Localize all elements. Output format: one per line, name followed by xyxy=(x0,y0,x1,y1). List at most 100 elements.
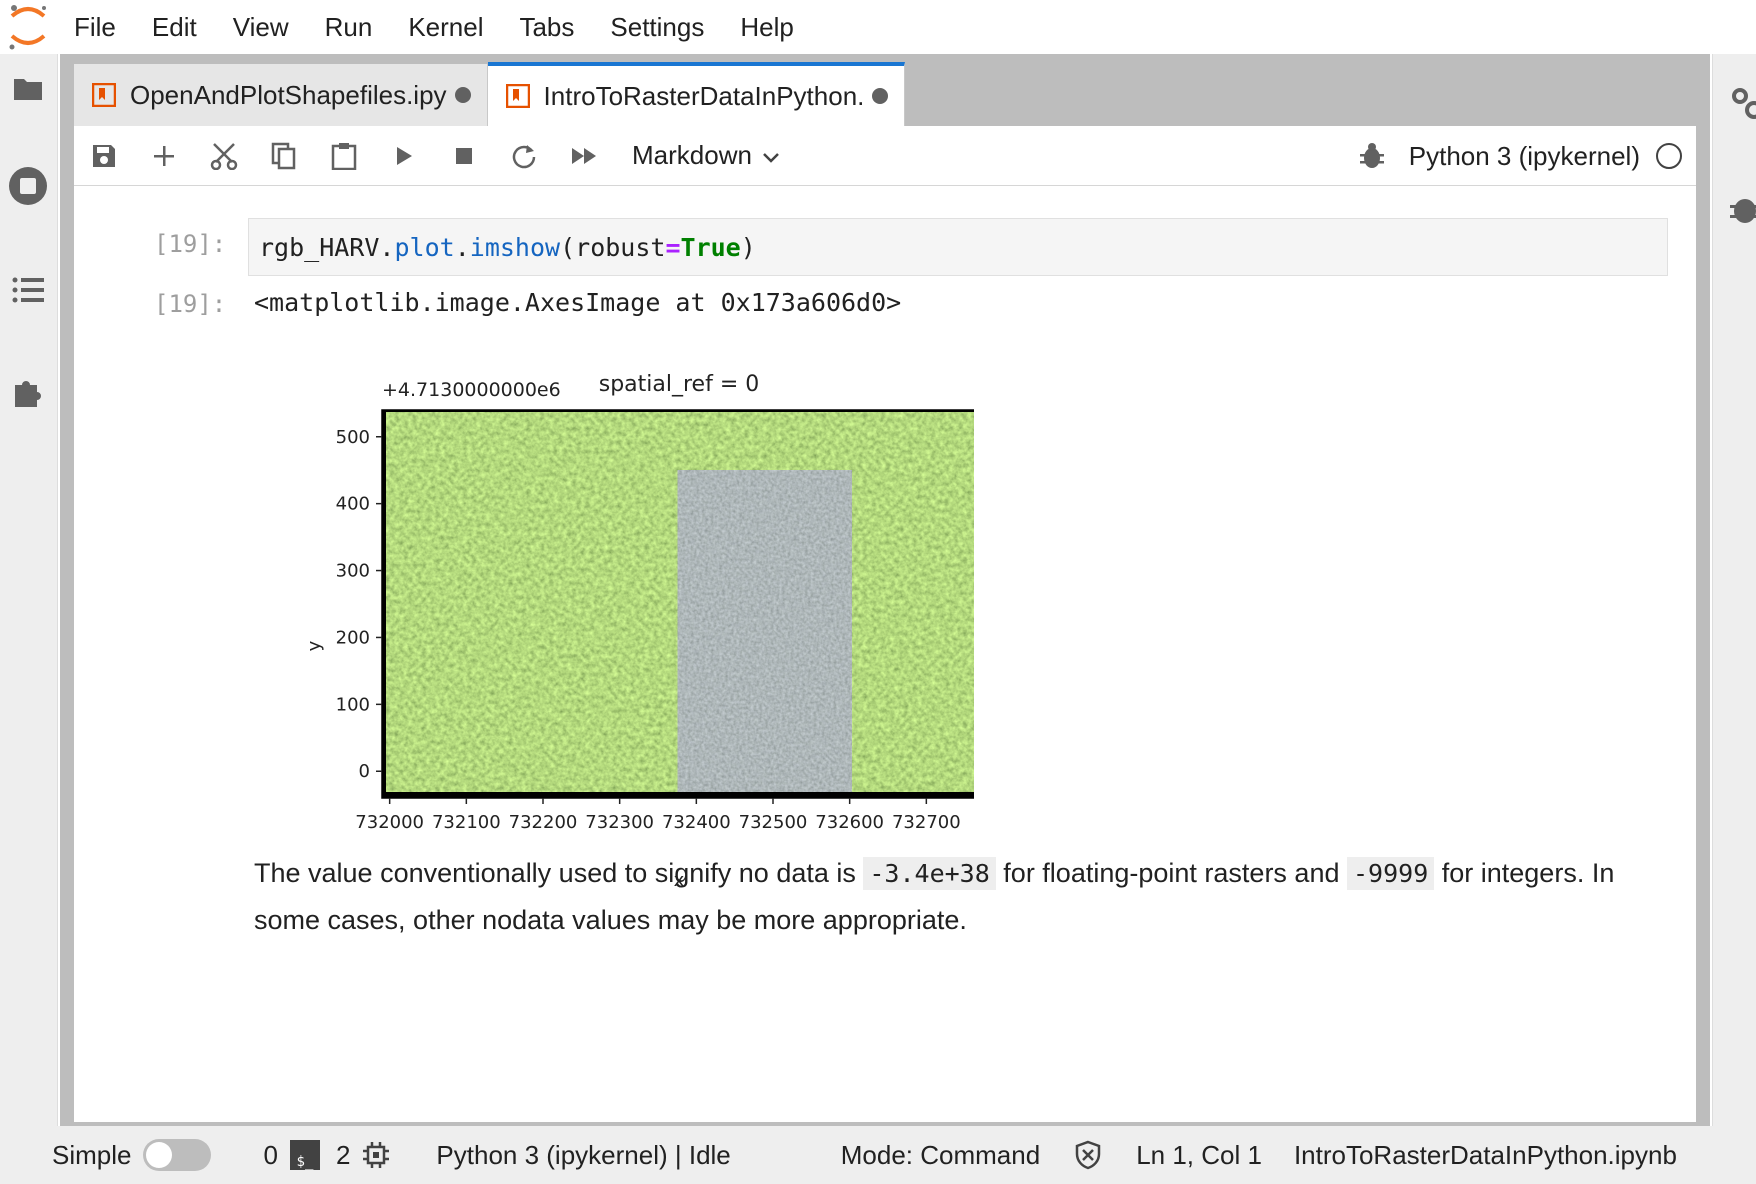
right-sidebar xyxy=(1712,54,1756,1126)
x-axis: 732000 732100 732200 732300 732400 732500 7326… xyxy=(355,798,961,833)
y-tick-label: 100 xyxy=(336,694,370,715)
jupyterlab-app: File Edit View Run Kernel Tabs Settings … xyxy=(0,0,1756,1184)
status-bar: Simple 0 $_ 2 Python 3 (ipykernel) | Idl… xyxy=(0,1126,1756,1184)
jupyter-logo-icon[interactable] xyxy=(0,0,56,54)
left-sidebar xyxy=(0,54,58,1126)
output-text: <matplotlib.image.AxesImage at 0x173a606… xyxy=(254,288,902,317)
stop-icon[interactable] xyxy=(434,126,494,186)
main-dock: OpenAndPlotShapefiles.ipy IntroToRasterD… xyxy=(60,54,1710,1126)
x-tick-label: 732600 xyxy=(815,812,884,833)
x-tick-label: 732200 xyxy=(509,812,578,833)
x-tick-label: 732300 xyxy=(585,812,654,833)
menu-run[interactable]: Run xyxy=(307,12,391,43)
x-tick-label: 732000 xyxy=(355,812,424,833)
code-cell-editor[interactable]: rgb_HARV. plot. imshow(robust = True) xyxy=(248,218,1668,276)
extension-icon[interactable] xyxy=(6,370,50,414)
run-icon[interactable] xyxy=(374,126,434,186)
code-token: . xyxy=(454,232,470,262)
tab-open-and-plot-shapefiles[interactable]: OpenAndPlotShapefiles.ipy xyxy=(74,64,488,126)
raster-plot: spatial_ref = 0 +4.7130000000e6 732000 73… xyxy=(304,372,974,891)
restart-icon[interactable] xyxy=(494,126,554,186)
tab-intro-to-raster-data[interactable]: IntroToRasterDataInPython. xyxy=(487,62,906,126)
cell-type-value: Markdown xyxy=(632,140,752,170)
x-tick-label: 732500 xyxy=(739,812,808,833)
plot-title: spatial_ref = 0 xyxy=(599,372,760,397)
paste-icon[interactable] xyxy=(314,126,374,186)
notebook-panel: Markdown Python 3 (ipykernel) [19]: rgb_… xyxy=(74,126,1696,1122)
property-inspector-icon[interactable] xyxy=(1723,84,1756,128)
code-token: robust xyxy=(575,232,666,262)
tab-label: OpenAndPlotShapefiles.ipy xyxy=(130,79,447,110)
code-token: ) xyxy=(740,232,756,262)
code-token: rgb_HARV xyxy=(259,232,380,262)
x-tick-label: 732100 xyxy=(432,812,501,833)
input-prompt: [19]: xyxy=(154,230,227,258)
tab-bar: OpenAndPlotShapefiles.ipy IntroToRasterD… xyxy=(74,62,906,126)
terminal-icon: $_ xyxy=(289,1140,320,1170)
output-prompt: [19]: xyxy=(154,290,227,318)
kernel-status-circle-icon xyxy=(1656,143,1682,169)
mode-indicator: Mode: Command xyxy=(840,1139,1041,1170)
chevron-down-icon xyxy=(762,140,780,171)
notebook-icon xyxy=(91,82,117,108)
fast-forward-icon[interactable] xyxy=(554,126,614,186)
simple-mode-toggle[interactable] xyxy=(143,1139,212,1171)
kernel-chip-icon xyxy=(362,1141,390,1169)
code-token: True xyxy=(680,232,741,262)
menu-tabs[interactable]: Tabs xyxy=(501,12,592,43)
cursor-position[interactable]: Ln 1, Col 1 xyxy=(1136,1140,1262,1171)
debugger-icon[interactable] xyxy=(1723,186,1756,230)
inline-code: -9999 xyxy=(1346,857,1435,890)
copy-icon[interactable] xyxy=(254,126,314,186)
notebook-content: [19]: rgb_HARV. plot. imshow(robust = True) … xyxy=(74,186,1696,1122)
y-tick-label: 400 xyxy=(336,494,370,515)
simple-mode-label: Simple xyxy=(52,1139,132,1170)
menu-edit[interactable]: Edit xyxy=(134,12,215,43)
code-token: = xyxy=(665,232,681,262)
file-name: IntroToRasterDataInPython.ipynb xyxy=(1293,1139,1677,1170)
code-token: ( xyxy=(560,232,576,262)
y-axis-label: y xyxy=(304,640,325,651)
terminals-count[interactable]: 0 xyxy=(263,1140,277,1171)
y-axis: 0 100 200 300 400 500 xyxy=(336,427,382,782)
menu-help[interactable]: Help xyxy=(722,12,811,43)
trust-shield-icon[interactable] xyxy=(1074,1140,1102,1170)
debugger-bug-icon[interactable] xyxy=(1357,141,1387,171)
code-token: . xyxy=(379,232,395,262)
markdown-text: for floating-point rasters and xyxy=(995,858,1347,888)
x-tick-label: 732400 xyxy=(662,812,731,833)
unsaved-dot-icon[interactable] xyxy=(454,87,471,103)
kernels-count[interactable]: 2 xyxy=(336,1140,350,1171)
y-tick-label: 200 xyxy=(336,627,370,648)
code-token: plot xyxy=(394,232,455,262)
raster-image xyxy=(381,409,974,799)
menu-bar: File Edit View Run Kernel Tabs Settings … xyxy=(0,0,1756,54)
tab-label: IntroToRasterDataInPython. xyxy=(543,80,865,111)
markdown-text: The value conventionally used to signify… xyxy=(254,858,864,888)
cell-type-select[interactable]: Markdown xyxy=(632,140,780,171)
markdown-cell[interactable]: The value conventionally used to signify… xyxy=(254,850,1634,943)
y-tick-label: 500 xyxy=(336,427,370,448)
kernel-status[interactable]: Python 3 (ipykernel) | Idle xyxy=(436,1140,730,1171)
y-offset-label: +4.7130000000e6 xyxy=(382,379,561,401)
menu-kernel[interactable]: Kernel xyxy=(390,12,501,43)
menu-view[interactable]: View xyxy=(215,12,307,43)
notebook-toolbar: Markdown Python 3 (ipykernel) xyxy=(74,126,1696,186)
y-tick-label: 300 xyxy=(336,561,370,582)
y-tick-label: 0 xyxy=(359,761,370,782)
canopy-area xyxy=(386,412,974,792)
code-token: imshow xyxy=(469,232,561,262)
toc-icon[interactable] xyxy=(6,268,50,312)
running-icon[interactable] xyxy=(6,164,50,208)
add-cell-icon[interactable] xyxy=(134,126,194,186)
inline-code: -3.4e+38 xyxy=(863,857,996,890)
x-tick-label: 732700 xyxy=(892,812,961,833)
cut-icon[interactable] xyxy=(194,126,254,186)
save-icon[interactable] xyxy=(74,126,134,186)
menu-file[interactable]: File xyxy=(56,12,134,43)
notebook-icon xyxy=(505,83,530,109)
folder-icon[interactable] xyxy=(6,66,50,110)
menu-settings[interactable]: Settings xyxy=(592,12,722,43)
kernel-name[interactable]: Python 3 (ipykernel) xyxy=(1409,141,1640,172)
unsaved-dot-icon[interactable] xyxy=(872,88,889,104)
